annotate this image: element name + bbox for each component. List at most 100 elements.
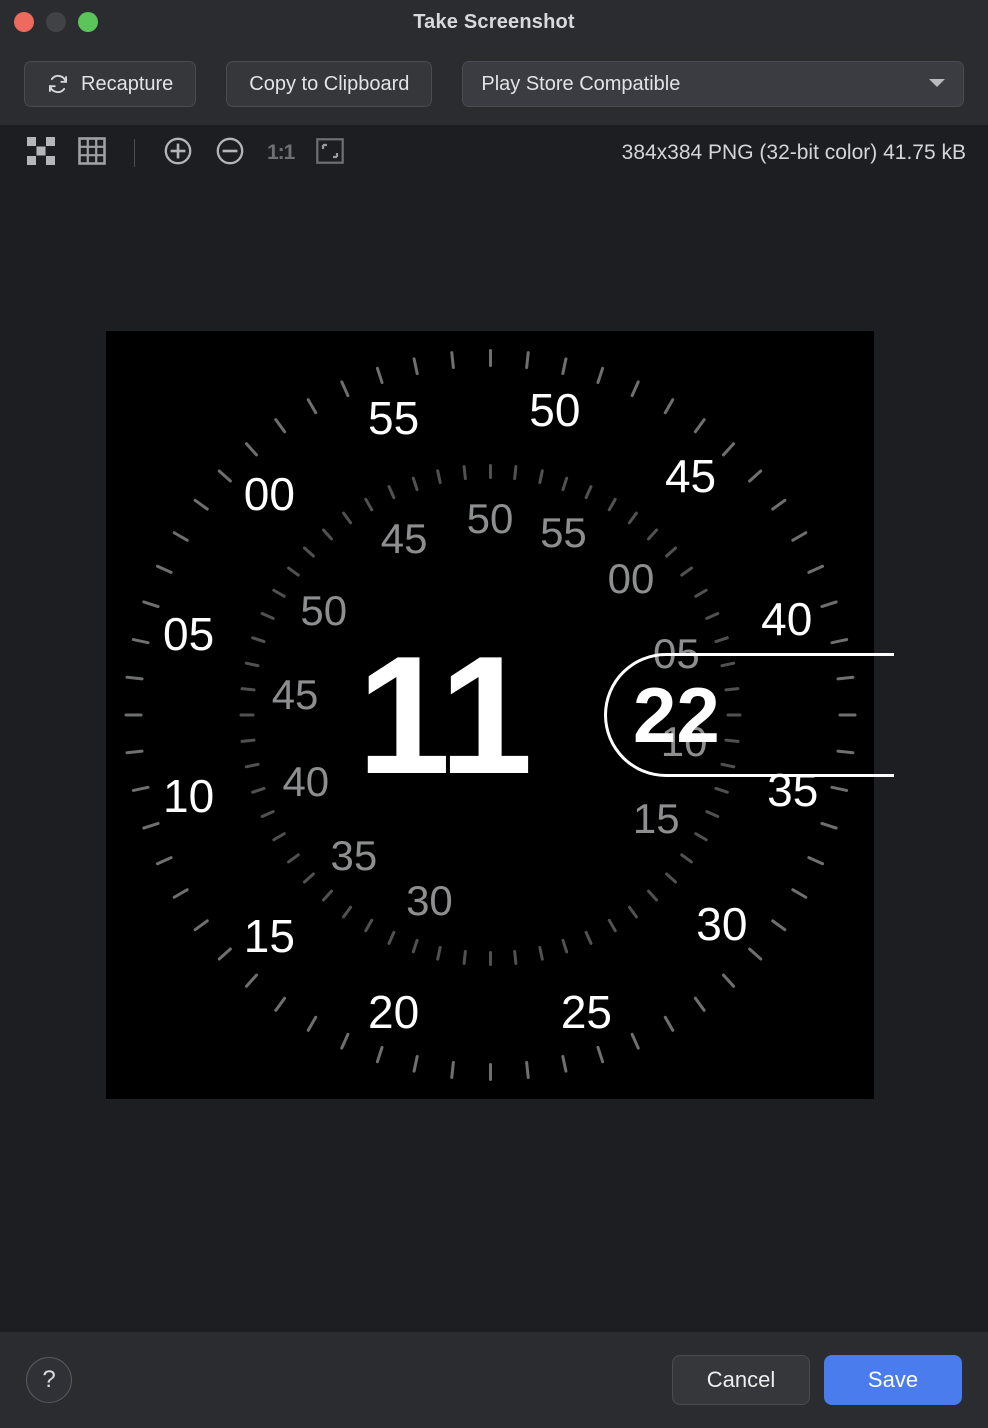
inner-minute-tick [411, 938, 419, 955]
actual-size-icon[interactable]: 1:1 [267, 141, 295, 165]
inner-minute-tick [341, 905, 353, 919]
inner-minute-tick [240, 738, 256, 743]
outer-ring-tick-00: 00 [243, 468, 295, 521]
inner-minute-tick [584, 929, 594, 945]
inner-ring-tick-40: 40 [282, 758, 330, 806]
inner-minute-tick [436, 469, 443, 485]
outer-minute-tick [193, 918, 210, 932]
outer-ring-tick-50: 50 [529, 383, 581, 436]
inner-ring-tick-15: 15 [632, 794, 680, 842]
outer-minute-tick [747, 468, 763, 484]
take-screenshot-dialog: Take Screenshot Recapture Copy to Clipbo… [0, 0, 988, 1428]
outer-minute-tick [141, 600, 160, 609]
outer-minute-tick [693, 418, 707, 435]
window-title: Take Screenshot [413, 10, 575, 33]
outer-ring-tick-45: 45 [664, 449, 717, 502]
dialog-footer: ? Cancel Save [0, 1332, 988, 1428]
outer-minute-tick [721, 441, 737, 458]
outer-minute-tick [662, 1015, 675, 1033]
outer-minute-tick [339, 380, 350, 398]
inner-minute-tick [680, 852, 694, 864]
inner-minute-tick [537, 469, 544, 485]
outer-ring-tick-40: 40 [761, 592, 813, 645]
inner-minute-tick [260, 809, 276, 819]
outer-ring-tick-05: 05 [163, 608, 215, 661]
outer-minute-tick [216, 946, 233, 962]
outer-minute-tick [375, 366, 384, 385]
save-button[interactable]: Save [824, 1355, 962, 1405]
inner-minute-tick [244, 661, 260, 668]
inner-minute-tick [704, 809, 720, 819]
outer-minute-tick [560, 1055, 568, 1074]
outer-minute-tick [693, 995, 707, 1012]
format-select[interactable]: Play Store Compatible [462, 61, 964, 107]
inner-minute-tick [488, 951, 492, 966]
outer-minute-tick [243, 441, 259, 458]
inner-minute-tick [250, 636, 267, 644]
watch-face-preview: 00 05 10 15 20 25 30 35 40 45 50 55 45 50 55 00 05 10 15 30… [106, 331, 894, 1099]
inner-minute-tick [286, 852, 300, 864]
inner-minute-tick [271, 588, 287, 599]
close-button[interactable] [14, 12, 34, 32]
window-titlebar: Take Screenshot [0, 0, 988, 44]
inner-minute-tick [646, 889, 660, 903]
inner-ring-tick-50: 50 [466, 495, 514, 542]
zoom-in-icon[interactable] [163, 136, 193, 171]
zoom-out-icon[interactable] [215, 136, 245, 171]
outer-minute-tick [596, 1045, 605, 1064]
zoom-button[interactable] [78, 12, 98, 32]
inner-minute-tick [664, 871, 678, 885]
outer-minute-tick [820, 821, 839, 830]
inner-minute-tick [488, 464, 492, 479]
inner-minute-tick [341, 511, 353, 525]
outer-minute-tick [125, 675, 145, 681]
inner-minute-tick [646, 527, 660, 541]
checkerboard-icon[interactable] [26, 136, 56, 171]
outer-minute-tick [721, 972, 737, 988]
outer-minute-tick [488, 1063, 492, 1081]
inner-minute-tick [411, 475, 419, 492]
outer-minute-tick [830, 637, 849, 645]
image-canvas[interactable]: 00 05 10 15 20 25 30 35 40 45 50 55 45 50 55 00 05 10 15 30… [0, 181, 988, 1332]
inner-minute-tick [713, 786, 730, 794]
grid-icon[interactable] [78, 136, 106, 170]
recapture-button[interactable]: Recapture [24, 61, 197, 107]
outer-minute-tick [375, 1045, 384, 1064]
inner-minute-tick [271, 831, 287, 842]
minute-display: 22 [633, 671, 720, 759]
cancel-button[interactable]: Cancel [672, 1355, 810, 1405]
inner-ring-tick-50: 50 [300, 587, 348, 635]
outer-minute-tick [807, 564, 825, 575]
inner-minute-tick [561, 938, 569, 955]
inner-minute-tick [240, 687, 256, 692]
refresh-icon [47, 73, 69, 95]
inner-minute-tick [302, 545, 316, 559]
outer-minute-tick [243, 972, 259, 988]
inner-minute-tick [260, 611, 276, 621]
minimize-button[interactable] [46, 12, 66, 32]
fit-to-window-icon[interactable] [316, 137, 345, 169]
help-button[interactable]: ? [26, 1357, 72, 1403]
outer-minute-tick [830, 785, 849, 793]
inner-minute-tick [250, 786, 267, 794]
outer-minute-tick [155, 564, 173, 575]
outer-minute-tick [412, 1055, 420, 1074]
inner-minute-tick [386, 485, 396, 501]
inner-minute-tick [680, 566, 694, 578]
inner-minute-tick [462, 465, 467, 481]
outer-minute-tick [820, 600, 839, 609]
outer-minute-tick [412, 356, 420, 375]
format-select-value: Play Store Compatible [481, 72, 681, 95]
image-info-label: 384x384 PNG (32-bit color) 41.75 kB [621, 141, 966, 164]
chevron-down-icon [927, 73, 947, 96]
inner-minute-tick [693, 831, 709, 842]
inner-minute-tick [513, 465, 518, 481]
action-bar: Recapture Copy to Clipboard Play Store C… [0, 44, 988, 124]
window-controls [14, 12, 98, 32]
outer-ring-tick-30: 30 [696, 897, 748, 950]
inner-minute-tick [462, 949, 467, 965]
copy-to-clipboard-button[interactable]: Copy to Clipboard [226, 61, 433, 107]
minute-indicator: 22 [604, 653, 894, 777]
inner-minute-tick [704, 611, 720, 621]
outer-minute-tick [630, 1032, 641, 1050]
